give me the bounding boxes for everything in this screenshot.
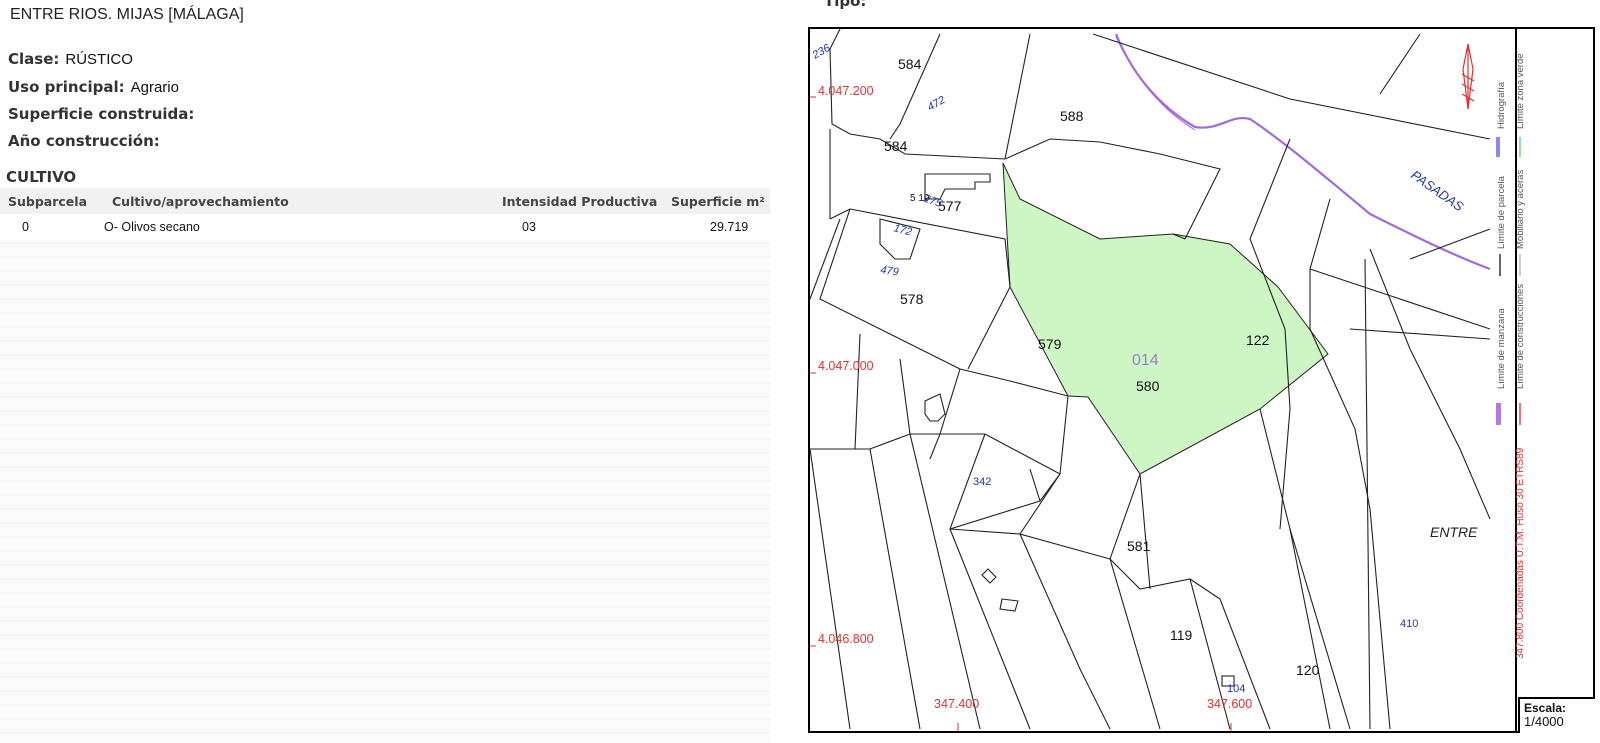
place-label: ENTRE bbox=[1430, 524, 1478, 540]
parcel-label: 584 bbox=[884, 138, 908, 154]
parcel-label: 581 bbox=[1127, 538, 1151, 554]
legend-label: Límite zona verde bbox=[1515, 53, 1526, 129]
prop-ano: Año construcción: bbox=[8, 132, 166, 150]
scale-value: 1/4000 bbox=[1524, 714, 1564, 729]
prop-label: Año construcción: bbox=[8, 132, 160, 150]
small-number-label: 172 bbox=[892, 222, 913, 238]
cell-subparcela: 0 bbox=[22, 220, 29, 234]
prop-label: Clase: bbox=[8, 50, 60, 68]
legend-label: Límite de manzana bbox=[1496, 307, 1507, 389]
legend-label: Mobiliario y aceras bbox=[1515, 170, 1526, 249]
north-arrow-icon bbox=[1461, 43, 1475, 110]
parcel-label: 579 bbox=[1038, 336, 1062, 352]
small-number-label: 472 bbox=[926, 94, 948, 114]
cultivo-table: Subparcela Cultivo/aprovechamiento Inten… bbox=[0, 188, 770, 743]
cell-cultivo: O- Olivos secano bbox=[104, 220, 200, 234]
parcel-label: 588 bbox=[1060, 108, 1084, 124]
parcel-info-panel: ENTRE RIOS. MIJAS [MÁLAGA] Clase: RÚSTICO… bbox=[0, 0, 780, 743]
prop-uso: Uso principal: Agrario bbox=[8, 78, 179, 96]
coord-y-label: 4.046.800 bbox=[818, 632, 874, 646]
coord-x-label: 347.400 bbox=[934, 697, 979, 711]
coord-x-label: 347.600 bbox=[1207, 697, 1252, 711]
parcel-label: 584 bbox=[898, 56, 922, 72]
cadastral-map[interactable]: 584 588 584 577 578 579 580 581 122 119 … bbox=[810, 29, 1593, 731]
prop-clase: Clase: RÚSTICO bbox=[8, 50, 133, 68]
small-number-label: 479 bbox=[880, 264, 900, 278]
legend-swatch-hidrografia bbox=[1496, 137, 1500, 157]
small-number-label: 104 bbox=[1227, 683, 1245, 695]
legend-label: Hidrografía bbox=[1496, 81, 1507, 129]
header-cultivo: Cultivo/aprovechamiento bbox=[112, 194, 289, 209]
highlighted-parcel[interactable] bbox=[1002, 162, 1329, 475]
coord-y-label: 4.047.000 bbox=[818, 359, 874, 373]
small-number-label: 342 bbox=[973, 476, 991, 488]
header-intensidad: Intensidad Productiva bbox=[502, 194, 658, 209]
table-row: 0 O- Olivos secano 03 29.719 bbox=[0, 214, 770, 240]
prop-value: RÚSTICO bbox=[65, 51, 133, 68]
legend-label: Límite de parcela bbox=[1496, 175, 1507, 249]
cell-superficie: 29.719 bbox=[710, 220, 749, 234]
polygon-label: 014 bbox=[1132, 352, 1159, 369]
parcel-label: 119 bbox=[1170, 627, 1193, 643]
prop-label: Superficie construida: bbox=[8, 105, 195, 123]
parcel-label: 120 bbox=[1296, 662, 1320, 678]
legend-swatch-manzana bbox=[1496, 403, 1501, 425]
cell-intensidad: 03 bbox=[522, 220, 536, 234]
map-legend: Límite de manzana Límite de construccion… bbox=[1496, 53, 1526, 659]
parcel-label: 122 bbox=[1246, 332, 1270, 348]
coord-y-label: 4.047.200 bbox=[818, 84, 874, 98]
coordinate-system-note: 347.800 Coordenadas U.T.M. Huso 30 ETRS8… bbox=[1515, 447, 1526, 659]
small-number-label: 236 bbox=[810, 42, 833, 63]
legend-label: Límite de construcciones bbox=[1515, 284, 1526, 389]
header-subparcela: Subparcela bbox=[8, 194, 88, 209]
prop-superficie-construida: Superficie construida: bbox=[8, 105, 200, 123]
parcel-label: 578 bbox=[900, 291, 924, 307]
prop-label: Uso principal: bbox=[8, 78, 125, 96]
header-superficie: Superficie m² bbox=[671, 194, 765, 209]
map-type-title: Tipo: bbox=[824, 0, 867, 10]
small-number-label: 410 bbox=[1400, 618, 1418, 630]
table-header: Subparcela Cultivo/aprovechamiento Inten… bbox=[0, 188, 770, 214]
cultivo-title: CULTIVO bbox=[6, 168, 77, 186]
road-label: PASADAS bbox=[1408, 167, 1466, 214]
scale-box: Escala: 1/4000 bbox=[1518, 697, 1595, 733]
location-title: ENTRE RIOS. MIJAS [MÁLAGA] bbox=[10, 6, 244, 23]
prop-value: Agrario bbox=[130, 79, 179, 96]
parcel-label: 580 bbox=[1136, 378, 1160, 394]
